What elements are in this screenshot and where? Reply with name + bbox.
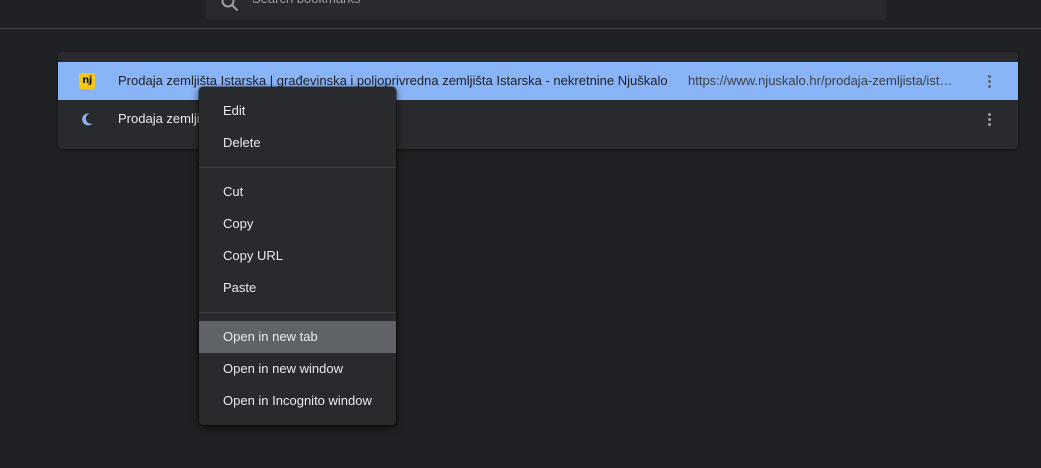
bookmark-url: https://www.njuskalo.hr/prodaja-zemljist…	[688, 73, 956, 88]
toolbar: Search bookmarks	[0, 0, 1041, 29]
moon-icon	[79, 111, 95, 127]
more-dots-icon	[987, 74, 991, 78]
menu-divider	[199, 312, 396, 313]
menu-item-open-incognito[interactable]: Open in Incognito window	[199, 385, 396, 417]
search-icon	[220, 0, 240, 13]
menu-item-edit[interactable]: Edit	[199, 95, 396, 127]
more-actions-button[interactable]	[977, 69, 1001, 93]
bookmarks-page: Search bookmarks nj Prodaja zemljišta Is…	[0, 0, 1041, 468]
menu-item-delete[interactable]: Delete	[199, 127, 396, 159]
menu-item-copy[interactable]: Copy	[199, 208, 396, 240]
menu-item-open-new-window[interactable]: Open in new window	[199, 353, 396, 385]
menu-divider	[199, 167, 396, 168]
menu-item-copy-url[interactable]: Copy URL	[199, 240, 396, 272]
more-dots-icon	[987, 112, 991, 116]
menu-item-paste[interactable]: Paste	[199, 272, 396, 304]
more-actions-button[interactable]	[977, 107, 1001, 131]
menu-item-cut[interactable]: Cut	[199, 176, 396, 208]
search-box[interactable]: Search bookmarks	[206, 0, 886, 20]
search-input[interactable]: Search bookmarks	[252, 0, 360, 8]
njuskalo-favicon-icon: nj	[79, 73, 95, 89]
context-menu: Edit Delete Cut Copy Copy URL Paste Open…	[199, 87, 396, 425]
bookmark-title: Prodaja zemlji	[118, 111, 200, 126]
menu-item-open-new-tab[interactable]: Open in new tab	[199, 321, 396, 353]
